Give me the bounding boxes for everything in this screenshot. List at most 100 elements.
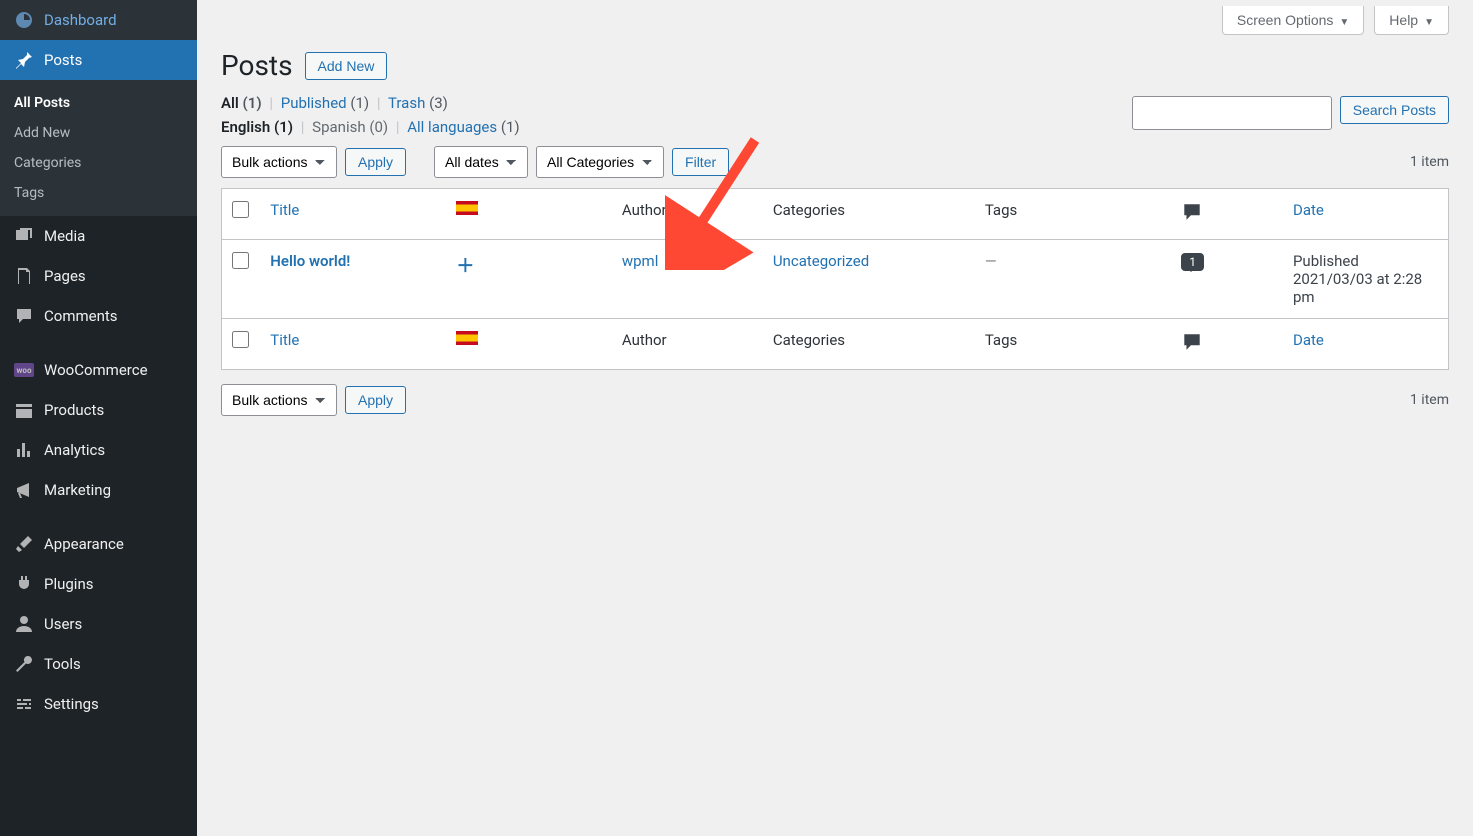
category-link[interactable]: Uncategorized	[773, 252, 869, 270]
svg-text:woo: woo	[17, 366, 32, 375]
col-tags-foot: Tags	[975, 319, 1171, 370]
analytics-icon	[14, 440, 34, 460]
post-title-link[interactable]: Hello world!	[270, 252, 350, 270]
page-header: Posts Add New	[221, 49, 1449, 82]
sidebar-item-settings[interactable]: Settings	[0, 684, 197, 724]
settings-icon	[14, 694, 34, 714]
col-title[interactable]: Title	[270, 201, 299, 219]
screen-meta: Screen Options▼ Help▼	[221, 0, 1449, 35]
sidebar-label: Comments	[44, 307, 118, 325]
sidebar-label: Marketing	[44, 481, 111, 499]
sidebar-item-dashboard[interactable]: Dashboard	[0, 0, 197, 40]
item-count: 1 item	[1410, 154, 1449, 170]
filter-button[interactable]: Filter	[672, 148, 729, 176]
comments-column-icon	[1181, 201, 1203, 227]
content-area: Screen Options▼ Help▼ Posts Add New All …	[197, 0, 1473, 836]
categories-select[interactable]: All Categories	[536, 146, 664, 178]
sidebar-item-comments[interactable]: Comments	[0, 296, 197, 336]
sidebar-item-products[interactable]: Products	[0, 390, 197, 430]
comment-icon	[14, 306, 34, 326]
col-author-foot: Author	[612, 319, 763, 370]
sidebar-label: Analytics	[44, 441, 105, 459]
dates-select[interactable]: All dates	[434, 146, 528, 178]
search-input[interactable]	[1132, 96, 1332, 130]
sidebar-item-media[interactable]: Media	[0, 216, 197, 256]
pin-icon	[14, 50, 34, 70]
sidebar-item-woocommerce[interactable]: woo WooCommerce	[0, 350, 197, 390]
chevron-down-icon: ▼	[1424, 17, 1434, 28]
col-date[interactable]: Date	[1293, 201, 1324, 219]
submenu-tags[interactable]: Tags	[0, 178, 197, 208]
chevron-down-icon: ▼	[1339, 17, 1349, 28]
posts-table: Title Author Categories Tags Date Hello …	[221, 188, 1449, 370]
col-tags: Tags	[975, 189, 1171, 240]
submenu-all-posts[interactable]: All Posts	[0, 88, 197, 118]
bulk-actions-select-bottom[interactable]: Bulk actions	[221, 384, 337, 416]
sidebar-label: Users	[44, 615, 82, 633]
sidebar-label: Posts	[44, 51, 82, 69]
row-checkbox[interactable]	[232, 252, 249, 269]
help-button[interactable]: Help▼	[1374, 6, 1449, 35]
pages-icon	[14, 266, 34, 286]
lang-spanish[interactable]: Spanish (0)	[312, 118, 388, 136]
col-categories: Categories	[763, 189, 975, 240]
sidebar-label: Media	[44, 227, 85, 245]
author-link[interactable]: wpml	[622, 252, 659, 270]
sidebar-item-pages[interactable]: Pages	[0, 256, 197, 296]
comment-count-badge[interactable]: 1	[1181, 253, 1204, 271]
user-icon	[14, 614, 34, 634]
posts-submenu: All Posts Add New Categories Tags	[0, 80, 197, 216]
sidebar-label: Tools	[44, 655, 81, 673]
tags-value: —	[985, 252, 997, 270]
col-date-foot[interactable]: Date	[1293, 331, 1324, 349]
col-categories-foot: Categories	[763, 319, 975, 370]
add-new-button[interactable]: Add New	[305, 52, 388, 80]
sidebar-label: Appearance	[44, 535, 124, 553]
filter-trash[interactable]: Trash (3)	[388, 94, 448, 112]
filter-published[interactable]: Published (1)	[281, 94, 369, 112]
table-row: Hello world! ＋ wpml Uncategorized — 1 Pu…	[222, 240, 1449, 319]
submenu-categories[interactable]: Categories	[0, 148, 197, 178]
top-toolbar: Bulk actions Apply All dates All Categor…	[221, 146, 1449, 178]
megaphone-icon	[14, 480, 34, 500]
sidebar-label: WooCommerce	[44, 361, 148, 379]
lang-all[interactable]: All languages (1)	[407, 118, 519, 136]
bottom-toolbar: Bulk actions Apply 1 item	[221, 384, 1449, 416]
screen-options-button[interactable]: Screen Options▼	[1222, 6, 1364, 35]
sidebar-item-analytics[interactable]: Analytics	[0, 430, 197, 470]
sidebar-item-users[interactable]: Users	[0, 604, 197, 644]
submenu-add-new[interactable]: Add New	[0, 118, 197, 148]
woocommerce-icon: woo	[14, 360, 34, 380]
wrench-icon	[14, 654, 34, 674]
search-posts-button[interactable]: Search Posts	[1340, 96, 1449, 124]
sidebar-item-posts[interactable]: Posts	[0, 40, 197, 80]
sidebar-item-plugins[interactable]: Plugins	[0, 564, 197, 604]
select-all-checkbox-bottom[interactable]	[232, 331, 249, 348]
spanish-flag-icon	[456, 331, 478, 345]
lang-english[interactable]: English (1)	[221, 118, 293, 136]
col-author: Author	[612, 189, 763, 240]
date-cell: Published 2021/03/03 at 2:28 pm	[1283, 240, 1449, 319]
apply-button-top[interactable]: Apply	[345, 148, 406, 176]
item-count-bottom: 1 item	[1410, 392, 1449, 408]
filter-all[interactable]: All (1)	[221, 94, 262, 112]
select-all-checkbox[interactable]	[232, 201, 249, 218]
sidebar-item-appearance[interactable]: Appearance	[0, 524, 197, 564]
bulk-actions-select[interactable]: Bulk actions	[221, 146, 337, 178]
sidebar-label: Plugins	[44, 575, 93, 593]
brush-icon	[14, 534, 34, 554]
sidebar-label: Settings	[44, 695, 99, 713]
sidebar-item-tools[interactable]: Tools	[0, 644, 197, 684]
col-title-foot[interactable]: Title	[270, 331, 299, 349]
sidebar-item-marketing[interactable]: Marketing	[0, 470, 197, 510]
dashboard-icon	[14, 10, 34, 30]
sidebar-label: Products	[44, 401, 104, 419]
admin-sidebar: Dashboard Posts All Posts Add New Catego…	[0, 0, 197, 836]
sidebar-label: Pages	[44, 267, 86, 285]
add-translation-icon[interactable]: ＋	[456, 256, 474, 277]
date-status: Published	[1293, 252, 1438, 270]
spanish-flag-icon	[456, 201, 478, 215]
apply-button-bottom[interactable]: Apply	[345, 386, 406, 414]
search-area: Search Posts	[1132, 96, 1449, 130]
date-value: 2021/03/03 at 2:28 pm	[1293, 270, 1438, 306]
